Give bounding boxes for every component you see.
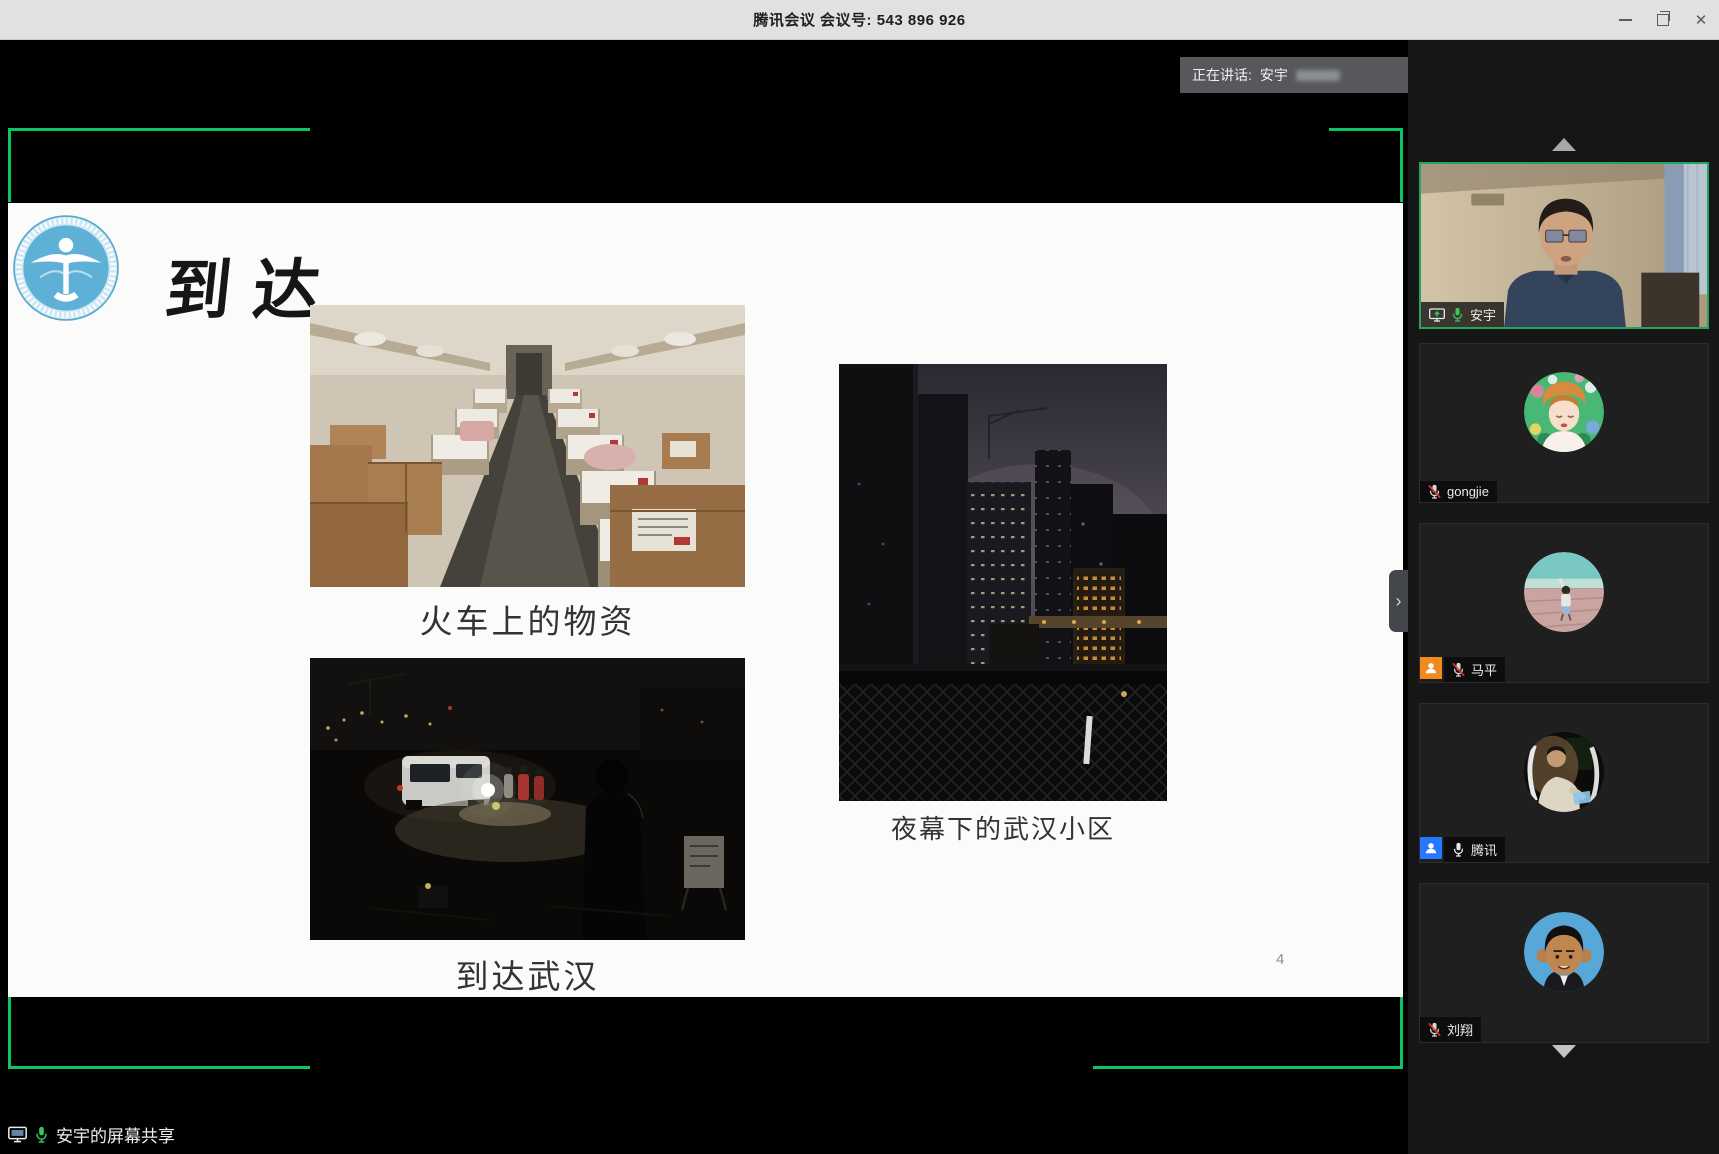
- speaking-prefix: 正在讲话:: [1192, 65, 1252, 85]
- participant-name: 刘翔: [1447, 1020, 1473, 1039]
- maximize-button[interactable]: [1655, 12, 1671, 28]
- participant-label: 刘翔: [1420, 1017, 1481, 1042]
- avatar: [1524, 912, 1604, 992]
- participant-name: 腾讯: [1471, 840, 1497, 859]
- participant-tile-tengxun[interactable]: 腾讯: [1419, 703, 1709, 863]
- close-button[interactable]: ✕: [1693, 12, 1709, 28]
- caption-train-supplies: 火车上的物资: [310, 595, 745, 643]
- caption-night-community: 夜幕下的武汉小区: [839, 809, 1167, 846]
- participant-label: gongjie: [1420, 481, 1497, 502]
- photo-arrival-wuhan: [310, 658, 745, 940]
- screen-share-status: 安宇的屏幕共享: [8, 1122, 175, 1147]
- avatar: [1524, 552, 1604, 632]
- sidebar-collapse-handle[interactable]: ›: [1389, 570, 1408, 632]
- participant-tile-gongjie[interactable]: gongjie: [1419, 343, 1709, 503]
- window-title: 腾讯会议 会议号: 543 896 926: [753, 9, 965, 30]
- cartoon-boy-avatar-art: [1524, 912, 1604, 992]
- participant-name: 安宇: [1470, 305, 1496, 324]
- member-badge-blue-icon: [1420, 837, 1442, 859]
- playground-photo-avatar-art: [1524, 552, 1604, 632]
- photo-night-community: [839, 364, 1167, 801]
- participant-label: 马平: [1420, 657, 1505, 682]
- participant-tile-anyu[interactable]: 安宇: [1419, 162, 1709, 329]
- anime-girl-avatar-art: [1524, 372, 1604, 452]
- scroll-down-button[interactable]: [1408, 1045, 1719, 1058]
- minimize-button[interactable]: [1617, 12, 1633, 28]
- speaking-banner: 正在讲话: 安宇: [1180, 57, 1409, 93]
- participant-label: 安宇: [1421, 302, 1504, 327]
- mic-on-icon: [1452, 842, 1465, 857]
- share-label: 安宇的屏幕共享: [56, 1122, 175, 1147]
- participant-label: 腾讯: [1420, 837, 1505, 862]
- arrival-photo-art: [310, 658, 745, 940]
- avatar: [1524, 372, 1604, 452]
- close-icon: ✕: [1695, 13, 1708, 28]
- avatar: [1524, 732, 1604, 812]
- slide-logo-emblem-icon: [13, 215, 119, 321]
- photo-train-supplies: [310, 305, 745, 587]
- participant-name: gongjie: [1447, 484, 1489, 499]
- triangle-up-icon: [1552, 138, 1576, 151]
- chevron-right-icon: ›: [1396, 591, 1402, 612]
- participant-tile-maping[interactable]: 马平: [1419, 523, 1709, 683]
- mic-on-icon: [1451, 307, 1464, 322]
- window-controls: ✕: [1617, 0, 1709, 40]
- triangle-down-icon: [1552, 1045, 1576, 1058]
- screen-share-icon: [1429, 308, 1445, 322]
- scroll-up-button[interactable]: [1408, 138, 1719, 151]
- screen-share-icon: [8, 1126, 27, 1143]
- window-titlebar: 腾讯会议 会议号: 543 896 926 ✕: [0, 0, 1719, 40]
- mic-muted-icon: [1428, 1022, 1441, 1037]
- blurred-names: [1296, 70, 1340, 81]
- desk-photo-avatar-art: [1524, 732, 1604, 812]
- participant-tile-liuxiang[interactable]: 刘翔: [1419, 883, 1709, 1043]
- train-photo-art: [310, 305, 745, 587]
- participant-name: 马平: [1471, 660, 1497, 679]
- caption-arrival-wuhan: 到达武汉: [310, 950, 745, 998]
- mic-muted-icon: [1428, 484, 1441, 499]
- slide-page-number: 4: [1276, 951, 1284, 968]
- mic-on-icon: [34, 1126, 49, 1143]
- participants-sidebar: 安宇: [1408, 40, 1719, 1154]
- speaking-name: 安宇: [1260, 65, 1288, 85]
- presentation-slide: 到达: [8, 203, 1403, 997]
- member-badge-orange-icon: [1420, 657, 1442, 679]
- night-city-photo-art: [839, 364, 1167, 801]
- maximize-icon: [1657, 14, 1669, 26]
- minimize-icon: [1619, 19, 1632, 21]
- mic-muted-icon: [1452, 662, 1465, 677]
